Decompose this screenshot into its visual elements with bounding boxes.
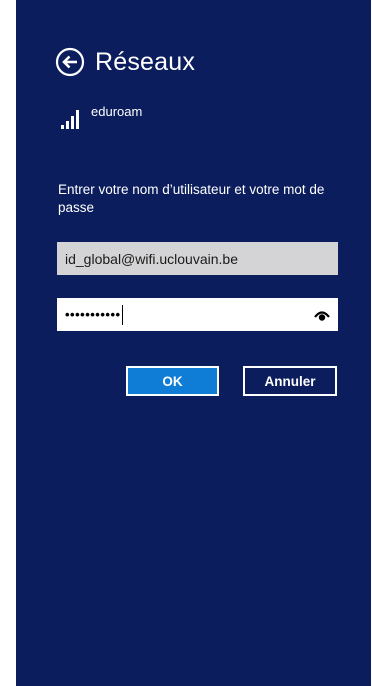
credentials-prompt: Entrer votre nom d’utilisateur et votre …	[58, 182, 325, 215]
network-flyout-panel: Réseaux eduroam Entrer votre nom d’utili…	[16, 0, 371, 686]
cancel-button[interactable]: Annuler	[243, 366, 337, 396]
text-caret	[121, 304, 123, 325]
password-field[interactable]: •••••••••••	[57, 298, 338, 331]
password-mask: •••••••••••	[65, 307, 121, 322]
page-title: Réseaux	[95, 48, 196, 76]
network-item-eduroam: eduroam	[59, 104, 142, 130]
wifi-signal-icon	[61, 110, 79, 129]
network-name: eduroam	[91, 104, 143, 119]
reveal-password-icon[interactable]	[314, 308, 330, 322]
username-value: id_global@wifi.uclouvain.be	[65, 250, 238, 267]
ok-button[interactable]: OK	[126, 366, 219, 396]
username-field[interactable]: id_global@wifi.uclouvain.be	[57, 242, 338, 275]
back-arrow-icon[interactable]	[55, 47, 85, 77]
flyout-header: Réseaux	[55, 42, 195, 82]
